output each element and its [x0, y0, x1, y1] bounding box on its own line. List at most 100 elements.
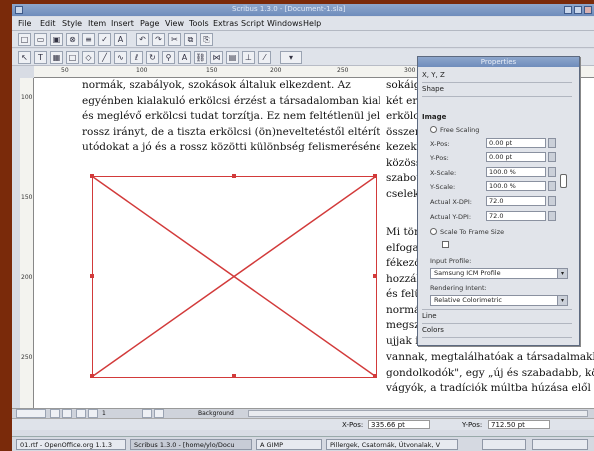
- menu-script[interactable]: Script: [241, 19, 264, 28]
- resize-handle[interactable]: [373, 274, 377, 278]
- open-icon[interactable]: ▭: [34, 33, 47, 46]
- paste-icon[interactable]: ⎘: [200, 33, 213, 46]
- prev-page-icon[interactable]: [88, 409, 98, 418]
- zoom-field[interactable]: [16, 409, 46, 418]
- redo-icon[interactable]: ↷: [152, 33, 165, 46]
- copy-icon[interactable]: ⧉: [184, 33, 197, 46]
- select-icon[interactable]: ↖: [18, 51, 31, 64]
- section-line[interactable]: Line: [422, 312, 572, 320]
- next-page-icon[interactable]: [142, 409, 152, 418]
- measure-icon[interactable]: ⊥: [242, 51, 255, 64]
- task-scribus[interactable]: Scribus 1.3.0 - [home/ylo/Docu: [130, 439, 252, 450]
- text-frame-icon[interactable]: T: [34, 51, 47, 64]
- menu-insert[interactable]: Insert: [111, 19, 134, 28]
- edit-text-icon[interactable]: A: [178, 51, 191, 64]
- xscale-spinner[interactable]: [548, 167, 556, 177]
- task-gimp[interactable]: A GIMP: [256, 439, 322, 450]
- print-icon[interactable]: ≡: [82, 33, 95, 46]
- proportional-checkbox[interactable]: [442, 241, 449, 248]
- ypos-spinner[interactable]: [548, 152, 556, 162]
- ypos-input[interactable]: 0.00 pt: [486, 152, 546, 162]
- layer-select[interactable]: Background: [198, 410, 234, 417]
- ydpi-input[interactable]: 72.0: [486, 211, 546, 221]
- ydpi-spinner[interactable]: [548, 211, 556, 221]
- scale-to-frame-label: Scale To Frame Size: [440, 228, 505, 236]
- link-frames-icon[interactable]: ⛓: [194, 51, 207, 64]
- input-profile-select[interactable]: Samsung ICM Profile ▾: [430, 268, 568, 279]
- menu-file[interactable]: File: [18, 19, 31, 28]
- resize-handle[interactable]: [90, 374, 94, 378]
- resize-handle[interactable]: [232, 174, 236, 178]
- menu-view[interactable]: View: [165, 19, 184, 28]
- section-shape[interactable]: Shape: [422, 85, 572, 93]
- xpos-input[interactable]: 0.00 pt: [486, 138, 546, 148]
- section-colors[interactable]: Colors: [422, 326, 572, 334]
- horizontal-scrollbar[interactable]: [248, 410, 588, 417]
- yscale-spinner[interactable]: [548, 181, 556, 191]
- cut-icon[interactable]: ✂: [168, 33, 181, 46]
- image-frame-icon[interactable]: ▦: [50, 51, 63, 64]
- menu-page[interactable]: Page: [140, 19, 159, 28]
- pdf-tools-icon[interactable]: ▾: [280, 51, 302, 64]
- xdpi-spinner[interactable]: [548, 196, 556, 206]
- new-icon[interactable]: □: [18, 33, 31, 46]
- menu-windows[interactable]: Windows: [267, 19, 303, 28]
- bezier-icon[interactable]: ∿: [114, 51, 127, 64]
- yscale-input[interactable]: 100.0 %: [486, 181, 546, 191]
- menu-item[interactable]: Item: [88, 19, 106, 28]
- text-frame-left[interactable]: normák, szabályok, szokások általuk elke…: [82, 78, 380, 156]
- shape-icon[interactable]: ◇: [82, 51, 95, 64]
- status-bar: X-Pos: 335.66 pt Y-Pos: 712.50 pt: [12, 418, 594, 430]
- preflight-icon[interactable]: ✓: [98, 33, 111, 46]
- xscale-input[interactable]: 100.0 %: [486, 167, 546, 177]
- section-image[interactable]: Image: [422, 113, 572, 121]
- save-icon[interactable]: ▣: [50, 33, 63, 46]
- xdpi-input[interactable]: 72.0: [486, 196, 546, 206]
- window-menu-icon[interactable]: [15, 6, 23, 14]
- section-xyz[interactable]: X, Y, Z: [422, 71, 572, 79]
- task-openoffice[interactable]: 01.rtf - OpenOffice.org 1.1.3: [16, 439, 126, 450]
- unlink-frames-icon[interactable]: ⋈: [210, 51, 223, 64]
- rectangle-icon[interactable]: □: [66, 51, 79, 64]
- close-doc-icon[interactable]: ⊗: [66, 33, 79, 46]
- xpos-spinner[interactable]: [548, 138, 556, 148]
- resize-handle[interactable]: [90, 274, 94, 278]
- first-page-icon[interactable]: [76, 409, 86, 418]
- scale-to-frame-radio[interactable]: [430, 228, 437, 235]
- free-scaling-radio[interactable]: [430, 126, 437, 133]
- zoom-in-icon[interactable]: [62, 409, 72, 418]
- menu-edit[interactable]: Edit: [40, 19, 56, 28]
- undo-icon[interactable]: ↶: [136, 33, 149, 46]
- resize-handle[interactable]: [373, 374, 377, 378]
- zoom-out-icon[interactable]: [50, 409, 60, 418]
- line-icon[interactable]: ╱: [98, 51, 111, 64]
- pdf-icon[interactable]: A: [114, 33, 127, 46]
- menu-help[interactable]: Help: [303, 19, 321, 28]
- desktop-pager[interactable]: [482, 439, 526, 450]
- maximize-icon[interactable]: [574, 6, 582, 14]
- text-line: rossz irányt, de a tiszta erkölcsi (ön)n…: [82, 125, 380, 138]
- resize-handle[interactable]: [232, 374, 236, 378]
- rotate-icon[interactable]: ↻: [146, 51, 159, 64]
- menu-extras[interactable]: Extras: [213, 19, 238, 28]
- table-icon[interactable]: ▤: [226, 51, 239, 64]
- text-frame-bottom[interactable]: vannak, megtalálhatóak a társadalmakban …: [386, 350, 594, 397]
- text-line: utódokat a jó és a rossz közötti különbs…: [82, 141, 380, 153]
- menu-tools[interactable]: Tools: [189, 19, 209, 28]
- menu-style[interactable]: Style: [62, 19, 82, 28]
- last-page-icon[interactable]: [154, 409, 164, 418]
- eyedropper-icon[interactable]: ⁄: [258, 51, 271, 64]
- keep-ratio-chain-icon[interactable]: [560, 174, 567, 188]
- properties-title: Properties: [418, 57, 579, 67]
- rendering-intent-select[interactable]: Relative Colorimetric ▾: [430, 295, 568, 306]
- freehand-icon[interactable]: ℓ: [130, 51, 143, 64]
- resize-handle[interactable]: [373, 174, 377, 178]
- ypos-status-value: 712.50 pt: [488, 420, 550, 429]
- zoom-icon[interactable]: ⚲: [162, 51, 175, 64]
- image-frame[interactable]: [90, 174, 377, 378]
- page-number[interactable]: 1: [102, 410, 106, 417]
- resize-handle[interactable]: [90, 174, 94, 178]
- close-icon[interactable]: [584, 6, 592, 14]
- minimize-icon[interactable]: [564, 6, 572, 14]
- task-gimp-layers[interactable]: Pillergek, Csatornák, Útvonalak, V: [326, 439, 458, 450]
